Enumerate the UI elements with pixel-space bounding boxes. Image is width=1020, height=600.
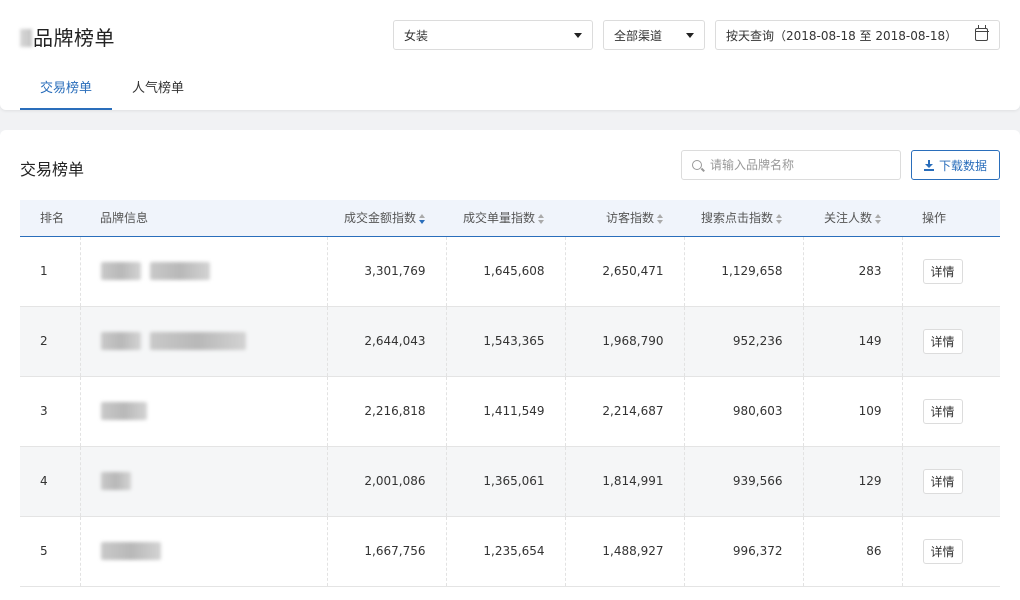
detail-button[interactable]: 详情	[922, 468, 963, 494]
ranking-card: 交易榜单 下载数据 排名 品牌信息 成交金额指数 成交单量指数 访客指数 搜索点…	[0, 130, 1020, 600]
visitors-cell: 1,814,991	[564, 446, 684, 517]
table-header-row: 排名 品牌信息 成交金额指数 成交单量指数 访客指数 搜索点击指数 关注人数 操…	[20, 200, 1000, 237]
brand-cell	[79, 446, 327, 517]
action-cell: 详情	[901, 376, 1000, 447]
brand-name-redacted	[100, 402, 147, 420]
visitors-cell: 1,968,790	[564, 306, 684, 377]
search-click-cell: 939,566	[683, 446, 803, 517]
followers-cell: 283	[802, 236, 902, 307]
rank-cell: 4	[20, 446, 80, 517]
amount-cell: 2,216,818	[326, 376, 446, 447]
search-click-cell: 996,372	[683, 516, 803, 587]
action-cell: 详情	[901, 516, 1000, 587]
table-row: 5 1,667,756 1,235,654 1,488,927 996,372 …	[20, 516, 1000, 587]
visitors-cell: 1,488,927	[564, 516, 684, 587]
download-icon	[923, 159, 934, 171]
download-data-button[interactable]: 下载数据	[911, 150, 1000, 180]
brand-cell	[79, 306, 327, 377]
detail-button[interactable]: 详情	[922, 538, 963, 564]
date-range-picker[interactable]: 按天查询（2018-08-18 至 2018-08-18）	[715, 20, 1000, 50]
channel-select-value: 全部渠道	[614, 28, 663, 43]
table-row: 2 2,644,043 1,543,365 1,968,790 952,236 …	[20, 306, 1000, 377]
col-rank: 排名	[20, 200, 80, 237]
action-cell: 详情	[901, 236, 1000, 307]
sort-icon	[776, 213, 783, 224]
tab-popularity-ranking[interactable]: 人气榜单	[112, 70, 204, 110]
download-data-label: 下载数据	[938, 158, 987, 173]
brand-cell	[79, 516, 327, 587]
brand-cell	[79, 236, 327, 307]
brand-search-input[interactable]	[710, 151, 896, 179]
orders-cell: 1,645,608	[445, 236, 565, 307]
page-title: 品牌榜单	[20, 22, 115, 51]
chevron-down-icon	[686, 33, 694, 38]
table-row: 3 2,216,818 1,411,549 2,214,687 980,603 …	[20, 376, 1000, 447]
sort-icon	[538, 213, 545, 224]
brand-logo-redacted	[100, 332, 141, 350]
brand-name-redacted	[150, 262, 211, 280]
category-select-value: 女装	[404, 28, 429, 43]
orders-cell: 1,543,365	[445, 306, 565, 377]
table-row: 1 3,301,769 1,645,608 2,650,471 1,129,65…	[20, 236, 1000, 307]
title-redacted	[20, 29, 32, 47]
category-select[interactable]: 女装	[393, 20, 593, 50]
brand-name-redacted	[150, 332, 247, 350]
detail-button[interactable]: 详情	[922, 258, 963, 284]
search-click-cell: 1,129,658	[683, 236, 803, 307]
search-click-cell: 980,603	[683, 376, 803, 447]
table-row: 4 2,001,086 1,365,061 1,814,991 939,566 …	[20, 446, 1000, 517]
rank-cell: 2	[20, 306, 80, 377]
tab-trade-ranking[interactable]: 交易榜单	[20, 70, 113, 110]
col-actions: 操作	[902, 200, 1000, 237]
search-click-cell: 952,236	[683, 306, 803, 377]
amount-cell: 1,667,756	[326, 516, 446, 587]
brand-search	[681, 150, 901, 180]
followers-cell: 129	[802, 446, 902, 517]
rank-cell: 1	[20, 236, 80, 307]
header-card: 品牌榜单 女装 全部渠道 按天查询（2018-08-18 至 2018-08-1…	[0, 0, 1020, 110]
sort-icon	[419, 213, 426, 224]
action-cell: 详情	[901, 446, 1000, 517]
detail-button[interactable]: 详情	[922, 398, 963, 424]
channel-select[interactable]: 全部渠道	[603, 20, 705, 50]
visitors-cell: 2,214,687	[564, 376, 684, 447]
section-title: 交易榜单	[20, 160, 85, 179]
rank-cell: 5	[20, 516, 80, 587]
col-followers[interactable]: 关注人数	[803, 200, 902, 237]
brand-cell	[79, 376, 327, 447]
col-visitor-index[interactable]: 访客指数	[565, 200, 684, 237]
orders-cell: 1,411,549	[445, 376, 565, 447]
followers-cell: 109	[802, 376, 902, 447]
date-range-value: 按天查询（2018-08-18 至 2018-08-18）	[726, 28, 958, 43]
orders-cell: 1,235,654	[445, 516, 565, 587]
amount-cell: 3,301,769	[326, 236, 446, 307]
col-brand-info: 品牌信息	[80, 200, 327, 237]
col-amount-index[interactable]: 成交金额指数	[327, 200, 446, 237]
col-orders-index[interactable]: 成交单量指数	[446, 200, 565, 237]
action-cell: 详情	[901, 306, 1000, 377]
brand-name-redacted	[100, 542, 161, 560]
sort-icon	[657, 213, 664, 224]
followers-cell: 86	[802, 516, 902, 587]
amount-cell: 2,644,043	[326, 306, 446, 377]
detail-button[interactable]: 详情	[922, 328, 963, 354]
orders-cell: 1,365,061	[445, 446, 565, 517]
tab-bar: 交易榜单 人气榜单	[20, 70, 204, 110]
amount-cell: 2,001,086	[326, 446, 446, 517]
brand-name-redacted	[100, 472, 131, 490]
brand-logo-redacted	[100, 262, 141, 280]
followers-cell: 149	[802, 306, 902, 377]
ranking-table: 排名 品牌信息 成交金额指数 成交单量指数 访客指数 搜索点击指数 关注人数 操…	[20, 200, 1000, 587]
sort-icon	[875, 213, 882, 224]
chevron-down-icon	[574, 33, 582, 38]
rank-cell: 3	[20, 376, 80, 447]
search-icon	[692, 160, 702, 170]
visitors-cell: 2,650,471	[564, 236, 684, 307]
col-search-click-index[interactable]: 搜索点击指数	[684, 200, 803, 237]
calendar-icon[interactable]	[974, 25, 989, 41]
